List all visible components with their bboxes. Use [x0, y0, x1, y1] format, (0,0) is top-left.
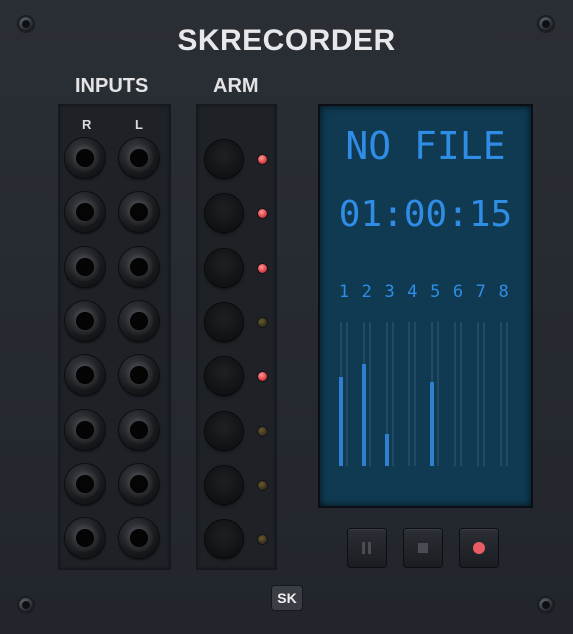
arm-label: ARM: [213, 75, 259, 97]
arm-led-4: [258, 318, 267, 327]
input-jack-l-7[interactable]: [119, 464, 159, 504]
file-status-text: NO FILE: [345, 124, 506, 168]
input-jack-r-1[interactable]: [65, 138, 105, 178]
record-button[interactable]: [460, 529, 498, 567]
arm-led-5: [258, 372, 267, 381]
channel-number-6: 6: [452, 282, 464, 302]
arm-led-3: [258, 264, 267, 273]
arm-button-8[interactable]: [205, 520, 243, 558]
channel-number-1: 1: [338, 282, 350, 302]
meter-level-5-l: [430, 382, 435, 466]
input-jack-r-5[interactable]: [65, 355, 105, 395]
input-col-right-label: R: [82, 117, 92, 132]
screw-bottom-left: [19, 598, 33, 612]
input-jack-l-3[interactable]: [119, 247, 159, 287]
channel-number-5: 5: [430, 282, 441, 302]
record-icon: [473, 542, 485, 554]
meter-track-8-l: [499, 322, 502, 466]
arm-led-1: [258, 155, 267, 164]
arm-button-1[interactable]: [205, 140, 243, 178]
meter-level-2-l: [361, 364, 366, 466]
channel-number-2: 2: [361, 282, 372, 302]
meter-track-7-l: [476, 322, 479, 466]
brand-logo: SK: [271, 585, 303, 611]
arm-button-3[interactable]: [205, 249, 243, 287]
screw-bottom-right: [539, 598, 553, 612]
meter-track-7-r: [482, 322, 485, 466]
meter-track-5-r: [437, 322, 440, 466]
arm-led-8: [258, 535, 267, 544]
arm-led-2: [258, 209, 267, 218]
arm-button-4[interactable]: [205, 303, 243, 341]
input-jack-r-6[interactable]: [65, 410, 105, 450]
input-jack-l-1[interactable]: [119, 138, 159, 178]
input-col-left-label: L: [135, 117, 143, 132]
stop-button[interactable]: [404, 529, 442, 567]
input-jack-r-2[interactable]: [65, 192, 105, 232]
channel-number-8: 8: [498, 282, 509, 302]
inputs-label: INPUTS: [75, 75, 149, 97]
time-counter-text: 01:00:15: [338, 194, 513, 235]
input-jack-l-5[interactable]: [119, 355, 159, 395]
arm-led-7: [258, 481, 267, 490]
meter-track-6-r: [460, 322, 462, 466]
channel-number-3: 3: [384, 282, 395, 302]
input-jack-r-4[interactable]: [65, 301, 105, 341]
channel-number-4: 4: [407, 282, 418, 302]
channel-number-7: 7: [475, 282, 486, 302]
meter-track-6-l: [454, 322, 456, 466]
arm-led-6: [258, 427, 267, 436]
meter-track-4-l: [408, 322, 411, 466]
meter-track-2-r: [368, 322, 371, 466]
recorder-display: NO FILE 01:00:15 12345678: [318, 104, 533, 508]
pause-button[interactable]: [348, 529, 386, 567]
input-jack-l-6[interactable]: [119, 410, 159, 450]
meter-track-3-r: [391, 322, 394, 466]
meter-level-1-l: [339, 377, 343, 466]
arm-button-2[interactable]: [205, 194, 243, 232]
arm-button-6[interactable]: [205, 412, 243, 450]
input-jack-l-8[interactable]: [119, 518, 159, 558]
input-jack-l-2[interactable]: [119, 192, 159, 232]
stop-icon: [418, 543, 428, 553]
arm-box: [196, 104, 277, 570]
input-jack-r-3[interactable]: [65, 247, 105, 287]
arm-button-5[interactable]: [205, 357, 243, 395]
input-jack-r-7[interactable]: [65, 464, 105, 504]
pause-icon: [362, 542, 372, 554]
meter-track-8-r: [505, 322, 508, 466]
module-title: SKRECORDER: [177, 24, 396, 57]
arm-button-7[interactable]: [205, 466, 243, 504]
input-jack-l-4[interactable]: [119, 301, 159, 341]
input-jack-r-8[interactable]: [65, 518, 105, 558]
recorder-module-panel: SKRECORDER INPUTS ARM R L NO FILE 01:00:…: [0, 0, 573, 634]
meter-track-1-r: [346, 322, 348, 466]
meter-level-3-l: [384, 434, 389, 466]
meter-track-4-r: [414, 322, 417, 466]
